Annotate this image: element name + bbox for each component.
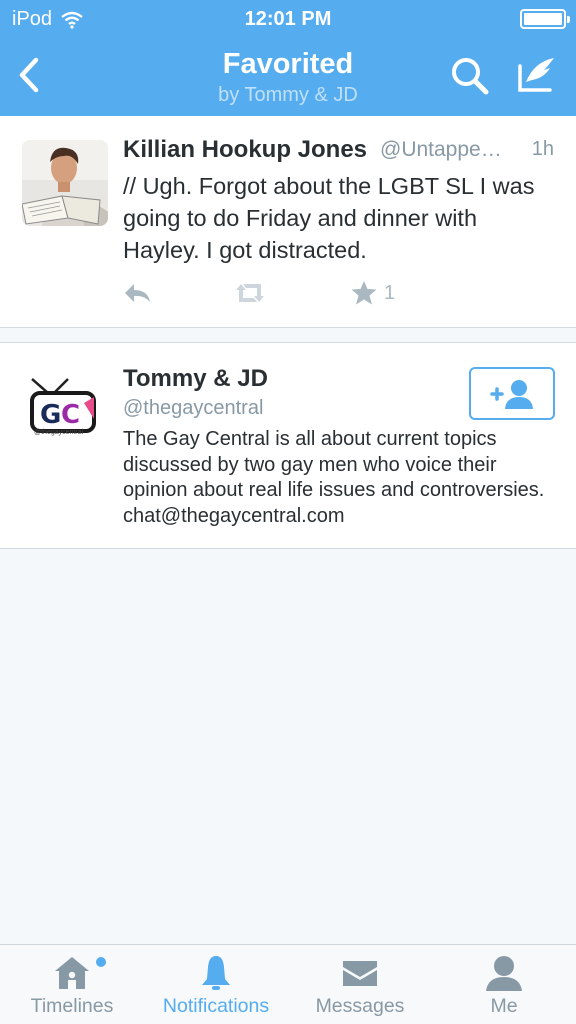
star-icon (351, 281, 377, 305)
user-handle[interactable]: @thegaycentral (123, 397, 263, 420)
tweet-card[interactable]: Killian Hookup Jones @Untappe… 1h // Ugh… (0, 116, 576, 328)
status-bar: iPod 12:01 PM (0, 0, 576, 38)
tv-logo-icon: G C (24, 373, 100, 453)
battery-icon (520, 9, 570, 29)
user-card[interactable]: G C @thegaycentral Tommy & JD @thegaycen… (0, 342, 576, 549)
search-icon (452, 58, 489, 95)
tweet-author-handle[interactable]: @Untappe… (380, 138, 502, 162)
svg-text:G: G (40, 400, 61, 430)
retweet-icon (236, 284, 264, 302)
compose-icon (518, 58, 554, 92)
compose-button[interactable] (512, 52, 562, 98)
tab-bar: Timelines Notifications Messages Me (0, 944, 576, 1024)
tab-notifications[interactable]: Notifications (144, 945, 288, 1024)
logo-caption: @thegaycentral (34, 429, 84, 436)
tab-messages[interactable]: Messages (288, 945, 432, 1024)
tab-notifications-label: Notifications (162, 995, 270, 1017)
tab-timelines[interactable]: Timelines (0, 945, 144, 1024)
tweet-timestamp: 1h (531, 138, 554, 160)
bell-icon (202, 956, 230, 990)
favorite-button[interactable]: 1 (350, 278, 395, 308)
follow-button[interactable] (469, 367, 555, 420)
tab-timelines-label: Timelines (30, 995, 114, 1017)
add-user-icon (490, 379, 533, 409)
home-icon (55, 957, 89, 989)
user-bio: The Gay Central is all about current top… (123, 428, 545, 527)
favorite-count: 1 (384, 281, 396, 304)
svg-text:C: C (61, 400, 80, 430)
person-icon (486, 956, 522, 991)
retweet-button[interactable] (232, 278, 268, 308)
clock: 12:01 PM (244, 8, 332, 30)
avatar[interactable] (22, 140, 108, 226)
tweet-author-name[interactable]: Killian Hookup Jones (123, 136, 367, 164)
user-name[interactable]: Tommy & JD (123, 365, 268, 393)
search-button[interactable] (446, 52, 496, 98)
tab-me-label: Me (490, 995, 518, 1017)
user-avatar[interactable]: G C @thegaycentral (24, 373, 100, 453)
navigation-header: iPod 12:01 PM Favorited by Tommy & JD (0, 0, 576, 116)
tweet-text: // Ugh. Forgot about the LGBT SL I was g… (123, 173, 535, 263)
tab-me[interactable]: Me (432, 945, 576, 1024)
reply-button[interactable] (122, 278, 152, 308)
unread-dot (96, 957, 106, 967)
envelope-icon (343, 961, 377, 986)
reply-icon (125, 284, 150, 302)
tab-messages-label: Messages (315, 995, 405, 1017)
